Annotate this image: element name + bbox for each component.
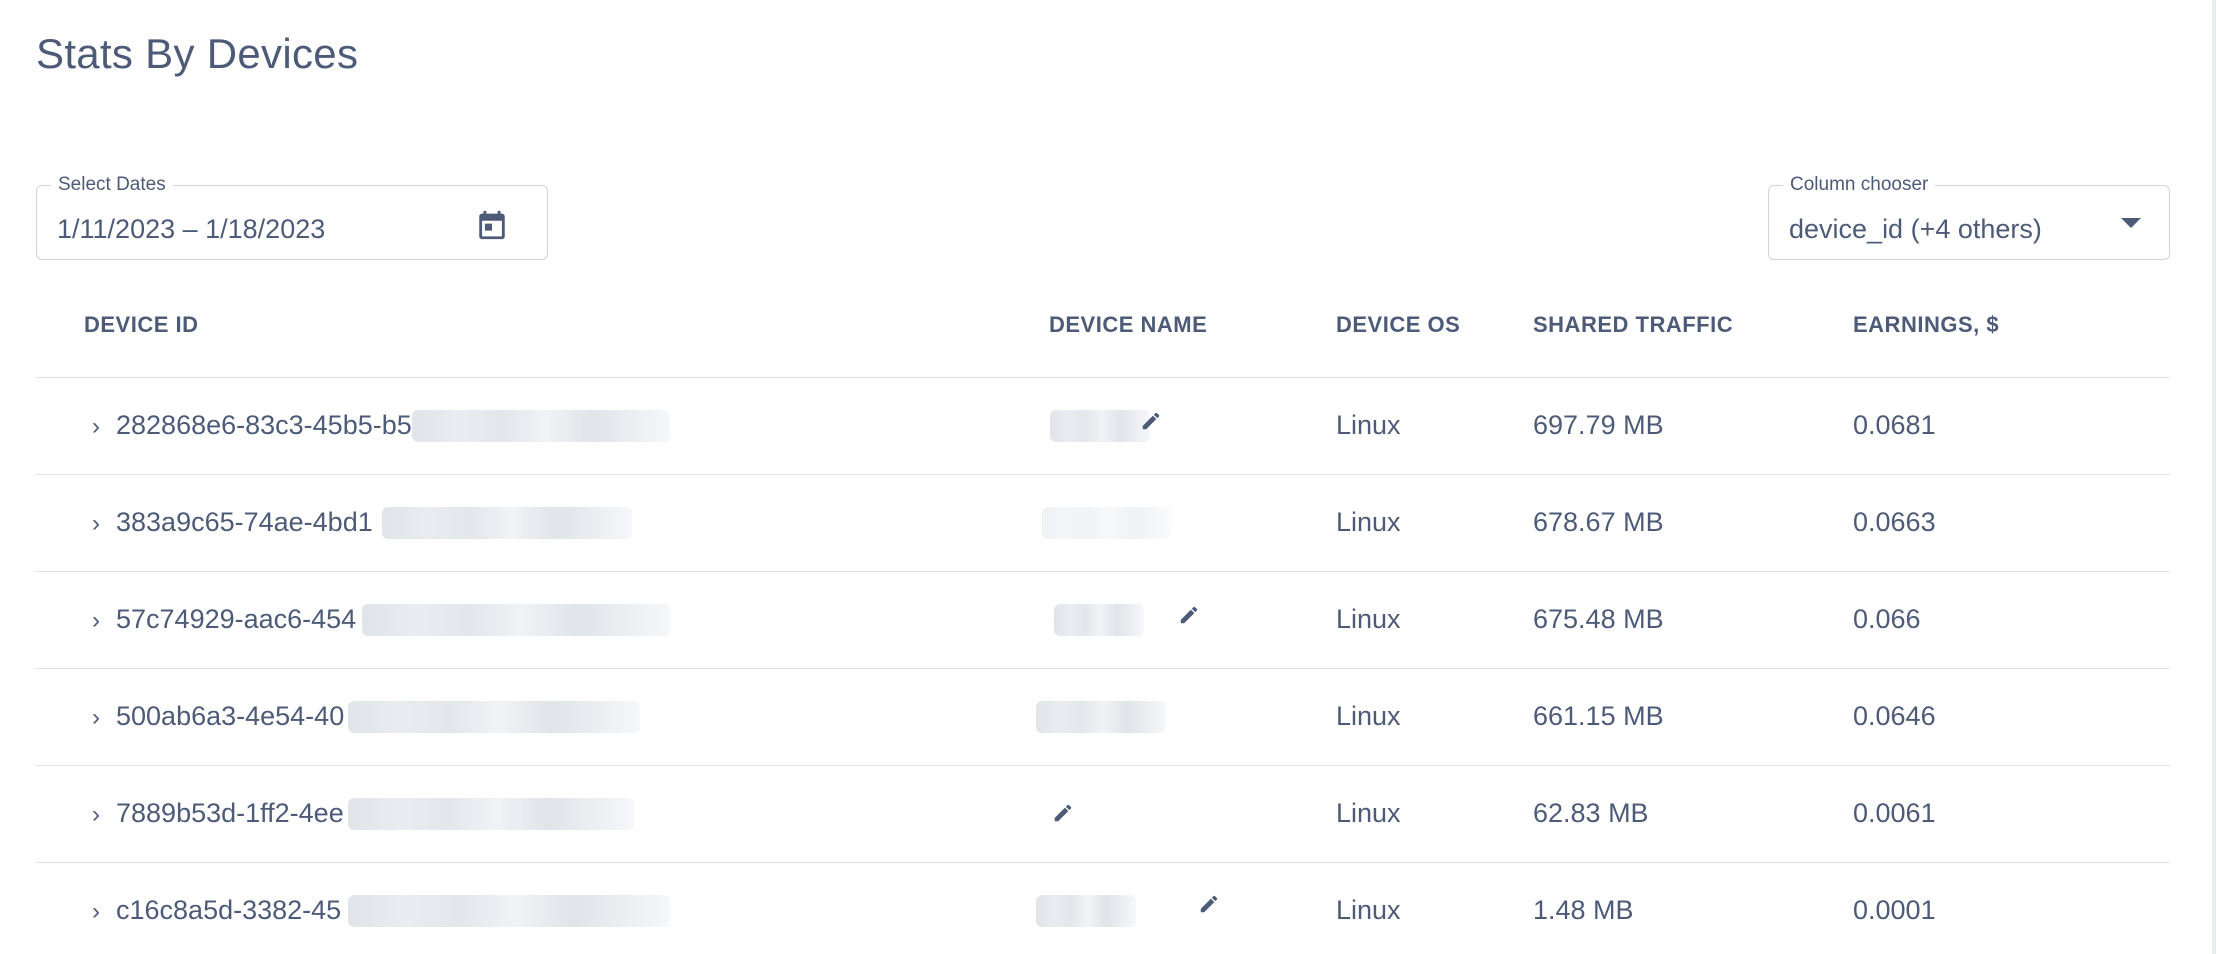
column-chooser-label: Column chooser: [1783, 174, 1936, 196]
table-row[interactable]: › 57c74929-aac6-454 Linux 675.48 MB 0.066: [36, 572, 2170, 669]
column-chooser[interactable]: Column chooser device_id (+4 others): [1768, 174, 2170, 260]
shared-traffic-cell: 62.83 MB: [1533, 798, 1649, 828]
table-row[interactable]: › 383a9c65-74ae-4bd1 Linux 678.67 MB 0.06…: [36, 475, 2170, 572]
header-device-id[interactable]: DEVICE ID: [84, 312, 199, 338]
shared-traffic-cell: 678.67 MB: [1533, 507, 1664, 537]
date-range-picker[interactable]: Select Dates 1/11/2023 – 1/18/2023: [36, 174, 548, 260]
chevron-right-icon[interactable]: ›: [92, 476, 112, 571]
device-id-text: 7889b53d-1ff2-4ee: [116, 798, 344, 828]
device-id-text: 383a9c65-74ae-4bd1: [116, 507, 373, 537]
device-id-text: 282868e6-83c3-45b5-b5: [116, 410, 412, 440]
header-shared-traffic[interactable]: SHARED TRAFFIC: [1533, 312, 1733, 338]
device-name-redacted: [1042, 507, 1172, 539]
earnings-cell: 0.0663: [1853, 507, 1936, 537]
redaction-blur: [412, 410, 670, 442]
shared-traffic-cell: 697.79 MB: [1533, 410, 1664, 440]
shared-traffic-cell: 661.15 MB: [1533, 701, 1664, 731]
device-id-cell[interactable]: › 500ab6a3-4e54-40: [92, 669, 344, 764]
pencil-icon[interactable]: [1140, 410, 1162, 432]
earnings-cell: 0.0646: [1853, 701, 1936, 731]
redaction-blur: [362, 604, 670, 636]
device-id-text: 500ab6a3-4e54-40: [116, 701, 345, 731]
date-range-label: Select Dates: [51, 174, 173, 196]
device-os-cell: Linux: [1336, 701, 1401, 731]
device-os-cell: Linux: [1336, 798, 1401, 828]
device-id-text: 57c74929-aac6-454: [116, 604, 357, 634]
device-name-redacted: [1054, 604, 1144, 636]
device-id-cell[interactable]: › 57c74929-aac6-454: [92, 572, 356, 667]
header-device-name[interactable]: DEVICE NAME: [1049, 312, 1207, 338]
pencil-icon[interactable]: [1052, 802, 1074, 824]
devices-table: DEVICE ID DEVICE NAME DEVICE OS SHARED T…: [36, 290, 2170, 954]
column-chooser-value[interactable]: device_id (+4 others): [1789, 214, 2042, 245]
table-header: DEVICE ID DEVICE NAME DEVICE OS SHARED T…: [36, 290, 2170, 378]
page-title: Stats By Devices: [36, 30, 359, 77]
device-os-cell: Linux: [1336, 895, 1401, 925]
redaction-blur: [348, 701, 640, 733]
table-row[interactable]: › 282868e6-83c3-45b5-b5 Linux 697.79 MB 0…: [36, 378, 2170, 475]
device-name-redacted: [1050, 410, 1150, 442]
device-id-cell[interactable]: › 7889b53d-1ff2-4ee: [92, 766, 344, 861]
device-id-cell[interactable]: › 383a9c65-74ae-4bd1: [92, 475, 373, 570]
chevron-right-icon[interactable]: ›: [92, 379, 112, 474]
device-os-cell: Linux: [1336, 410, 1401, 440]
device-id-cell[interactable]: › c16c8a5d-3382-45: [92, 863, 341, 954]
date-range-value[interactable]: 1/11/2023 – 1/18/2023: [57, 214, 325, 245]
chevron-right-icon[interactable]: ›: [92, 573, 112, 668]
caret-down-icon[interactable]: [2121, 218, 2141, 228]
earnings-cell: 0.0001: [1853, 895, 1936, 925]
redaction-blur: [382, 507, 632, 539]
earnings-cell: 0.0061: [1853, 798, 1936, 828]
table-row[interactable]: › 7889b53d-1ff2-4ee Linux 62.83 MB 0.0061: [36, 766, 2170, 863]
device-id-cell[interactable]: › 282868e6-83c3-45b5-b5: [92, 378, 412, 473]
earnings-cell: 0.0681: [1853, 410, 1936, 440]
device-name-redacted: [1036, 895, 1136, 927]
stats-page: Stats By Devices Select Dates 1/11/2023 …: [0, 0, 2216, 954]
redaction-blur: [348, 895, 670, 927]
calendar-icon[interactable]: [475, 208, 509, 242]
pencil-icon[interactable]: [1198, 893, 1220, 915]
chevron-right-icon[interactable]: ›: [92, 864, 112, 954]
chevron-right-icon[interactable]: ›: [92, 767, 112, 862]
device-id-text: c16c8a5d-3382-45: [116, 895, 342, 925]
redaction-blur: [348, 798, 634, 830]
device-os-cell: Linux: [1336, 604, 1401, 634]
table-row[interactable]: › c16c8a5d-3382-45 Linux 1.48 MB 0.0001: [36, 863, 2170, 954]
shared-traffic-cell: 675.48 MB: [1533, 604, 1664, 634]
earnings-cell: 0.066: [1853, 604, 1921, 634]
device-name-redacted: [1036, 701, 1166, 733]
chevron-right-icon[interactable]: ›: [92, 670, 112, 765]
table-row[interactable]: › 500ab6a3-4e54-40 Linux 661.15 MB 0.0646: [36, 669, 2170, 766]
page-scrollbar[interactable]: [2212, 0, 2216, 954]
device-os-cell: Linux: [1336, 507, 1401, 537]
header-earnings[interactable]: EARNINGS, $: [1853, 312, 1999, 338]
header-device-os[interactable]: DEVICE OS: [1336, 312, 1460, 338]
shared-traffic-cell: 1.48 MB: [1533, 895, 1634, 925]
pencil-icon[interactable]: [1178, 604, 1200, 626]
